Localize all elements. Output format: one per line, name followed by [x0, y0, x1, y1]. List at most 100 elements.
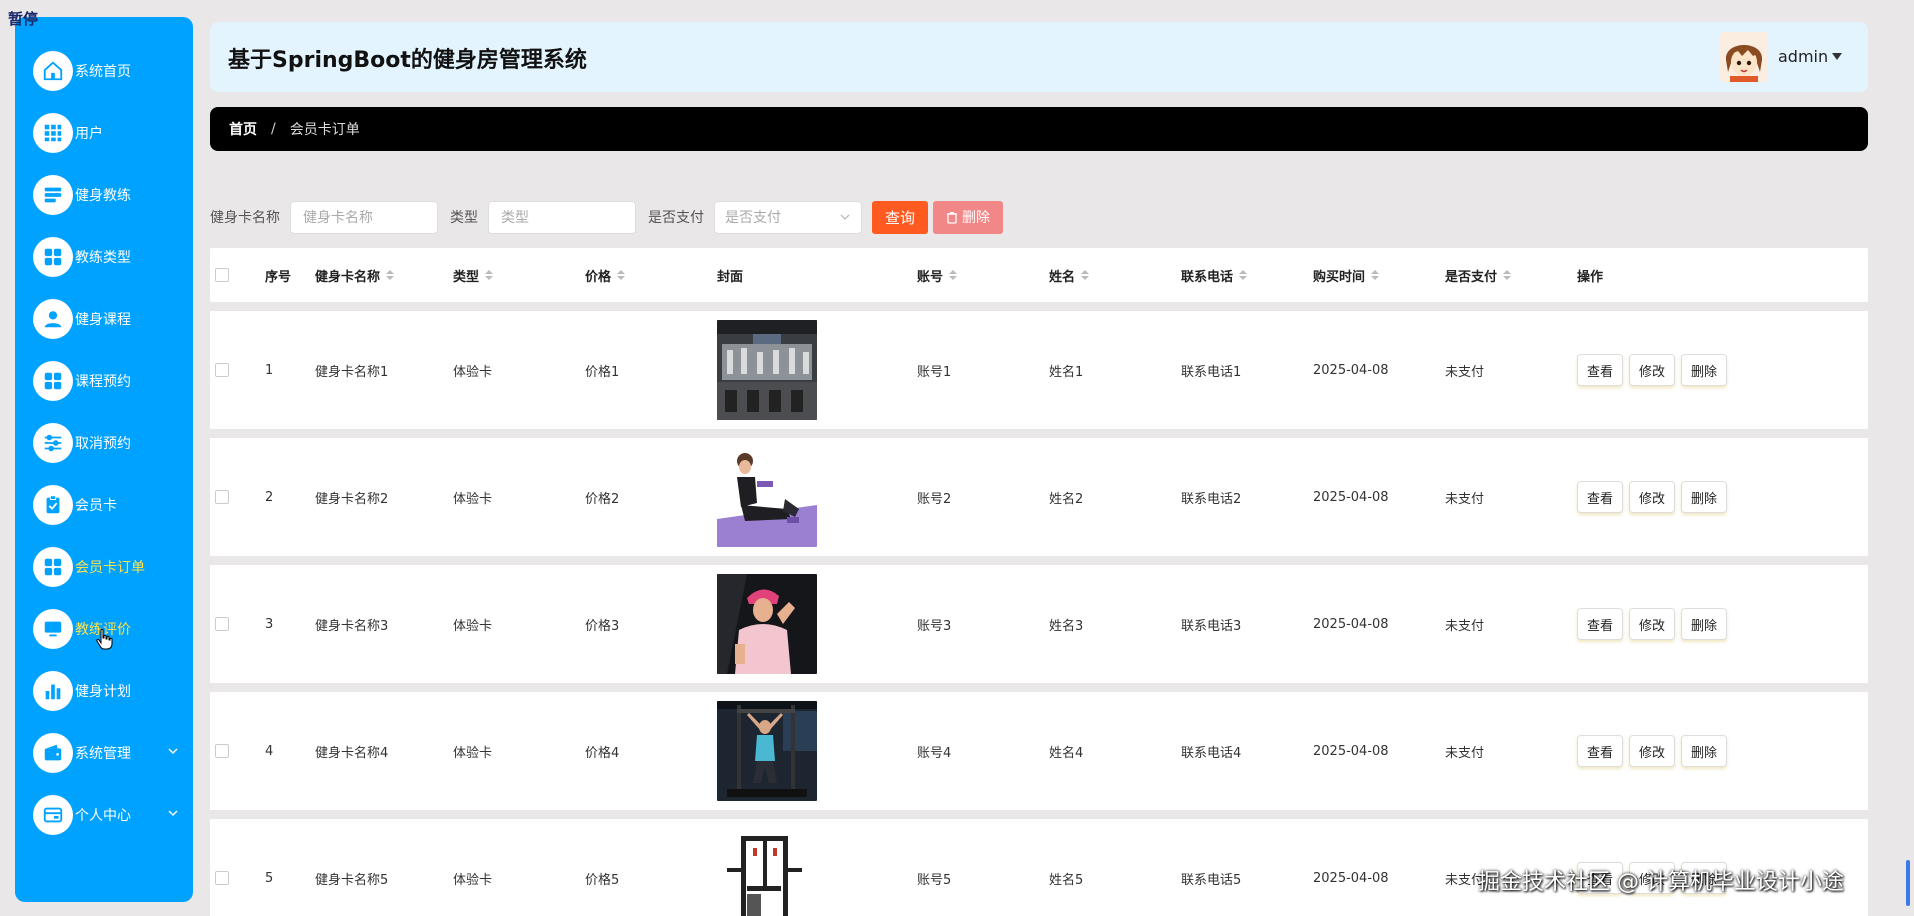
- cover-image[interactable]: [717, 447, 817, 547]
- user-name[interactable]: admin: [1778, 47, 1828, 66]
- sort-icon[interactable]: [1371, 270, 1380, 280]
- row-checkbox[interactable]: [215, 871, 229, 885]
- bar-chart-icon: [33, 671, 73, 711]
- bulk-delete-button[interactable]: 删除: [933, 200, 1003, 234]
- cover-image[interactable]: [717, 828, 817, 916]
- cover-image[interactable]: [717, 701, 817, 801]
- avatar[interactable]: [1720, 32, 1768, 82]
- delete-button[interactable]: 删除: [1681, 735, 1728, 767]
- sidebar-item-label: 会员卡订单: [75, 560, 145, 576]
- mouse-cursor-icon: [96, 628, 113, 650]
- sidebar-item-label: 健身计划: [75, 684, 131, 700]
- type-filter-input[interactable]: 类型: [488, 200, 636, 234]
- apps-icon: [33, 547, 73, 587]
- row-checkbox[interactable]: [215, 617, 229, 631]
- delete-button[interactable]: 删除: [1681, 481, 1728, 513]
- sort-icon[interactable]: [949, 270, 958, 280]
- row-checkbox[interactable]: [215, 490, 229, 504]
- sort-icon[interactable]: [386, 270, 395, 280]
- home-icon: [33, 51, 73, 91]
- col-paid[interactable]: 是否支付: [1445, 266, 1577, 285]
- sidebar-item-coach-reviews[interactable]: 教练评价: [15, 598, 193, 660]
- sidebar-item-cancellations[interactable]: 取消预约: [15, 412, 193, 474]
- cell-name: 健身卡名称1: [315, 364, 389, 380]
- cell-name: 健身卡名称3: [315, 618, 389, 634]
- scrollbar-thumb[interactable]: [1906, 860, 1910, 906]
- edit-button[interactable]: 修改: [1629, 735, 1676, 767]
- cell-phone: 联系电话1: [1181, 364, 1242, 380]
- table-header: 序号 健身卡名称 类型 价格 封面 账号 姓名 联系电话 购买时间 是否支付 操…: [210, 248, 1868, 302]
- view-button[interactable]: 查看: [1577, 608, 1624, 640]
- caret-down-icon[interactable]: [1832, 53, 1842, 60]
- sidebar-item-courses[interactable]: 健身课程: [15, 288, 193, 350]
- sidebar-item-label: 个人中心: [75, 808, 131, 824]
- col-phone[interactable]: 联系电话: [1181, 266, 1313, 285]
- cover-image[interactable]: [717, 320, 817, 420]
- sidebar-item-member-card-orders[interactable]: 会员卡订单: [15, 536, 193, 598]
- col-account[interactable]: 账号: [917, 266, 1049, 285]
- delete-button[interactable]: 删除: [1681, 608, 1728, 640]
- col-time[interactable]: 购买时间: [1313, 266, 1445, 285]
- cell-price: 价格1: [585, 364, 620, 380]
- col-type[interactable]: 类型: [453, 266, 585, 285]
- sort-icon[interactable]: [1503, 270, 1512, 280]
- query-button[interactable]: 查询: [872, 200, 928, 234]
- sidebar-item-coach-types[interactable]: 教练类型: [15, 226, 193, 288]
- sort-icon[interactable]: [1081, 270, 1090, 280]
- edit-button[interactable]: 修改: [1629, 354, 1676, 386]
- breadcrumb-home[interactable]: 首页: [229, 119, 257, 139]
- col-uname[interactable]: 姓名: [1049, 266, 1181, 285]
- sidebar-item-label: 课程预约: [75, 374, 131, 390]
- name-filter-input[interactable]: 健身卡名称: [290, 200, 438, 234]
- sidebar-item-system-management[interactable]: 系统管理: [15, 722, 193, 784]
- col-price[interactable]: 价格: [585, 266, 717, 285]
- cell-time: 2025-04-08: [1313, 362, 1389, 378]
- sidebar-item-member-card[interactable]: 会员卡: [15, 474, 193, 536]
- person-icon: [33, 299, 73, 339]
- sort-icon[interactable]: [1239, 270, 1248, 280]
- view-button[interactable]: 查看: [1577, 481, 1624, 513]
- view-button[interactable]: 查看: [1577, 354, 1624, 386]
- sort-icon[interactable]: [617, 270, 626, 280]
- cell-price: 价格2: [585, 491, 620, 507]
- sidebar-item-home[interactable]: 系统首页: [15, 40, 193, 102]
- view-button[interactable]: 查看: [1577, 735, 1624, 767]
- cell-account: 账号5: [917, 872, 952, 888]
- grid-icon: [33, 113, 73, 153]
- cell-phone: 联系电话2: [1181, 491, 1242, 507]
- clipboard-check-icon: [33, 485, 73, 525]
- sidebar-item-coaches[interactable]: 健身教练: [15, 164, 193, 226]
- col-account-label: 账号: [917, 269, 944, 285]
- sliders-icon: [33, 423, 73, 463]
- type-filter-label: 类型: [450, 210, 478, 226]
- sidebar-item-label: 健身教练: [75, 188, 131, 204]
- cover-image[interactable]: [717, 574, 817, 674]
- col-paid-label: 是否支付: [1445, 269, 1498, 285]
- sidebar-item-label: 系统首页: [75, 64, 131, 80]
- row-checkbox[interactable]: [215, 363, 229, 377]
- col-name[interactable]: 健身卡名称: [315, 266, 453, 285]
- breadcrumb-current: 会员卡订单: [289, 122, 360, 138]
- row-checkbox[interactable]: [215, 744, 229, 758]
- cell-index: 3: [265, 616, 274, 632]
- cell-phone: 联系电话5: [1181, 872, 1242, 888]
- paid-filter-select[interactable]: 是否支付: [714, 200, 862, 234]
- sidebar-item-bookings[interactable]: 课程预约: [15, 350, 193, 412]
- top-header: 基于SpringBoot的健身房管理系统 admin: [210, 22, 1868, 92]
- edit-button[interactable]: 修改: [1629, 481, 1676, 513]
- delete-button[interactable]: 删除: [1681, 354, 1728, 386]
- cell-type: 体验卡: [453, 491, 493, 507]
- sidebar-item-users[interactable]: 用户: [15, 102, 193, 164]
- cell-price: 价格4: [585, 745, 620, 761]
- sidebar-item-fitness-plan[interactable]: 健身计划: [15, 660, 193, 722]
- sort-icon[interactable]: [485, 270, 494, 280]
- select-all-checkbox[interactable]: [215, 268, 229, 282]
- chevron-down-icon: [168, 748, 178, 755]
- breadcrumb-separator: /: [271, 121, 276, 137]
- edit-button[interactable]: 修改: [1629, 608, 1676, 640]
- cell-account: 账号1: [917, 364, 952, 380]
- trash-icon: [947, 211, 957, 224]
- cell-uname: 姓名5: [1049, 872, 1084, 888]
- sidebar-item-personal-center[interactable]: 个人中心: [15, 784, 193, 846]
- cell-paid: 未支付: [1445, 491, 1485, 507]
